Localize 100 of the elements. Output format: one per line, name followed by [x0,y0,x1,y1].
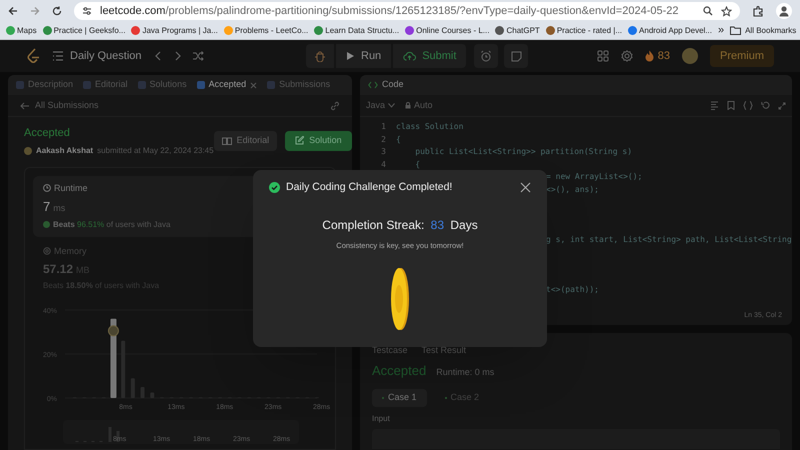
expand-icon[interactable] [778,102,786,110]
daily-question-title[interactable]: Daily Question [70,48,142,64]
result-status: Accepted [372,362,426,380]
book-icon [222,136,232,145]
panel-tab[interactable]: Submissions [267,78,330,92]
site-settings-icon [82,6,92,16]
code-line: { [414,158,420,170]
code-brackets-icon [368,81,378,89]
line-number: 2 [380,134,386,146]
bookmark[interactable]: Learn Data Structu... [314,24,400,36]
run-button[interactable]: Run [336,44,392,68]
panel-tab[interactable]: Description [16,78,74,92]
forward-icon[interactable] [30,6,40,16]
star-icon[interactable] [721,6,732,16]
bookmark-icon[interactable] [727,101,735,110]
more-bookmarks-button[interactable]: » [718,22,724,39]
reset-icon[interactable] [761,101,770,110]
tab-icon [83,81,92,89]
runtime-beats-text: Beats 96.51% of users with Java [53,218,170,230]
folder-icon [730,26,742,35]
runtime-value: 7 [43,198,50,216]
panel-tab[interactable]: Accepted [196,78,258,92]
streak-counter[interactable]: 83 [644,48,670,64]
debug-button[interactable] [306,44,334,68]
panel-tab[interactable]: Solutions [138,78,187,92]
code-panel-title: Code [382,78,404,92]
all-bookmarks-button[interactable]: All Bookmarks [730,24,796,36]
submission-avatar-marker [108,325,119,336]
bookmark[interactable]: Java Programs | Ja... [131,24,218,36]
notes-button[interactable] [504,44,528,68]
shuffle-icon[interactable] [192,51,204,61]
link-icon[interactable] [330,100,340,110]
bookmark[interactable]: ChatGPT [495,24,540,36]
reload-icon[interactable] [52,6,62,16]
logo-icon[interactable] [26,48,40,64]
cloud-upload-icon [403,51,416,61]
lock-icon [405,102,412,109]
result-tab[interactable]: Testcase [372,344,408,357]
dialog-title: Daily Coding Challenge Completed! [286,180,452,195]
memory-chip-icon [43,247,51,256]
format-lines-icon[interactable] [710,101,719,110]
result-tab[interactable]: Test Result [422,344,466,357]
play-icon [346,51,355,61]
panel-tab[interactable]: Editorial [83,78,128,92]
extensions-icon[interactable] [752,5,764,17]
line-number: 1 [380,121,386,133]
code-line: <>(), ans); [546,184,599,196]
bookmark[interactable]: Practice - rated |... [546,24,622,36]
clock-icon [43,184,51,192]
bookmark[interactable]: Practice | Geeksfo... [42,24,126,36]
case-tab[interactable]: Case 1 [372,388,427,406]
beats-icon [43,221,50,228]
input-label: Input [372,412,391,424]
streak-text: Completion Streak: 83 Days [322,216,478,234]
bookmark[interactable]: Problems - LeetCo... [224,24,308,36]
solution-button[interactable]: Solution [285,130,352,151]
tab-icon [16,81,24,89]
submit-button[interactable]: Submit [393,44,466,68]
author-avatar [24,146,32,154]
runtime-unit: ms [53,202,66,215]
submission-time: submitted at May 22, 2024 23:45 [97,144,214,156]
previous-icon[interactable] [154,51,162,61]
bookmark[interactable]: Maps [6,24,37,36]
flame-icon [644,50,654,62]
tab-icon [138,81,146,89]
premium-button[interactable]: Premium [710,45,774,67]
code-line: t<>(path)); [546,284,599,296]
tab-icon [267,81,276,89]
language-selector[interactable]: Java [366,98,396,112]
check-circle-icon [269,182,280,194]
settings-icon[interactable] [620,50,633,62]
line-number: 3 [380,146,386,158]
coin-drawing [390,267,410,331]
close-tab-icon[interactable] [250,82,258,88]
close-icon[interactable] [520,182,531,194]
zoom-icon[interactable] [703,6,713,16]
list-icon [52,51,64,61]
bookmark[interactable]: Online Courses - L... [405,24,490,36]
auto-mode-toggle[interactable]: Auto [405,98,433,112]
profile-avatar-icon[interactable] [776,3,792,19]
url-text: leetcode.com/problems/palindrome-partitioning/submissions/1265123185/?envType=daily-question&envId=2024-05-22 [100,4,680,19]
submission-status: Accepted [24,126,71,141]
alarm-button[interactable] [474,44,498,68]
bug-icon [314,50,326,62]
tab-icon [196,81,205,89]
author-name[interactable]: Aakash Akshat [36,144,94,156]
braces-icon[interactable] [743,101,753,110]
chevron-down-icon [388,103,396,108]
line-number: 4 [380,158,386,170]
bookmark[interactable]: Android App Devel... [628,24,712,36]
result-runtime: Runtime: 0 ms [436,366,494,379]
back-icon[interactable] [8,6,18,16]
next-icon[interactable] [174,51,182,61]
note-icon [510,50,522,62]
address-bar[interactable]: leetcode.com/problems/palindrome-partitioning/submissions/1265123185/?envType=daily-question&envId=2024-05-22 [74,2,740,20]
code-line: { [396,134,401,146]
all-submissions-link[interactable]: All Submissions [35,98,99,112]
editorial-button[interactable]: Editorial [214,130,278,151]
layout-grid-icon[interactable] [596,50,609,62]
user-avatar[interactable] [682,48,698,64]
